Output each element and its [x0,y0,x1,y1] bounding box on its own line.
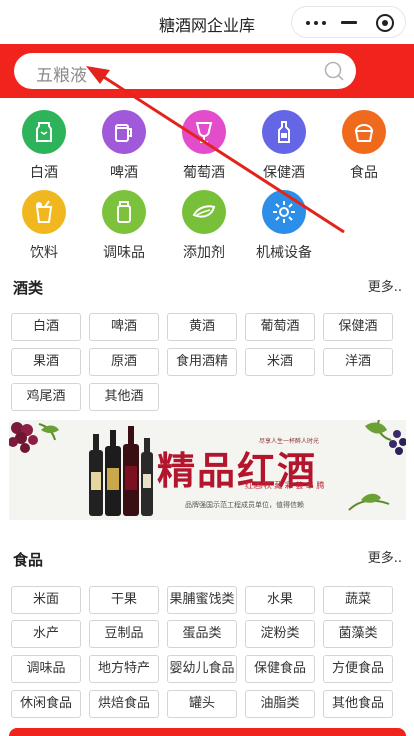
category-label: 调味品 [103,245,145,261]
minimize-icon[interactable] [341,21,357,24]
category-beer[interactable]: 啤酒 [89,110,159,186]
liquor-tag[interactable]: 果酒 [11,348,81,376]
mini-program-capsule [291,6,406,38]
food-tag[interactable]: 干果 [89,586,159,614]
navigation-bar: 糖酒网企业库 [0,0,414,44]
food-section-title: 食品 [13,551,44,569]
leaf-icon [182,190,226,234]
category-label: 添加剂 [183,245,225,261]
close-target-icon[interactable] [376,14,394,32]
liquor-tag[interactable]: 洋酒 [323,348,393,376]
liquor-tag[interactable]: 其他酒 [89,383,159,411]
beer-icon [102,110,146,154]
liquor-tag[interactable]: 米酒 [245,348,315,376]
bread-icon [342,110,386,154]
food-tag[interactable]: 果脯蜜饯类 [167,586,237,614]
food-tag[interactable]: 水产 [11,620,81,648]
more-dots-icon[interactable] [306,21,326,25]
food-tag[interactable]: 菌藻类 [323,620,393,648]
category-baijiu[interactable]: 白酒 [9,110,79,186]
banner-subtitle: 红酒/秩 藏 彩 荟 串 腾 [245,481,325,490]
liquor-section-title: 酒类 [13,279,44,297]
category-food[interactable]: 食品 [329,110,399,186]
category-label: 饮料 [30,245,58,261]
category-label: 食品 [350,165,378,181]
search-icon[interactable] [324,61,344,81]
food-tag[interactable]: 烘焙食品 [89,690,159,718]
baijiu-icon [22,110,66,154]
grape-cluster-icon [9,422,59,453]
search-input[interactable]: 五粮液 [14,53,356,89]
food-tag[interactable]: 婴幼儿食品 [167,655,237,683]
food-tag[interactable]: 休闲食品 [11,690,81,718]
liquor-tag[interactable]: 白酒 [11,313,81,341]
banner-footer-text: 品牌强国示范工程成员单位，值得信赖 [185,501,304,509]
food-tag[interactable]: 油脂类 [245,690,315,718]
liquor-tag[interactable]: 葡萄酒 [245,313,315,341]
food-tag[interactable]: 豆制品 [89,620,159,648]
food-tag[interactable]: 罐头 [167,690,237,718]
category-label: 白酒 [30,165,58,181]
search-placeholder: 五粮液 [36,66,87,86]
liquor-tag[interactable]: 原酒 [89,348,159,376]
category-additive[interactable]: 添加剂 [169,190,239,266]
wine-bottles-illustration [89,426,153,516]
food-tag[interactable]: 水果 [245,586,315,614]
food-tag[interactable]: 方便食品 [323,655,393,683]
category-label: 保健酒 [263,165,305,181]
liquor-tag[interactable]: 食用酒精 [167,348,237,376]
liquor-tag[interactable]: 鸡尾酒 [11,383,81,411]
category-drink[interactable]: 饮料 [9,190,79,266]
food-tag[interactable]: 保健食品 [245,655,315,683]
category-health-wine[interactable]: 保健酒 [249,110,319,186]
next-banner-edge [9,728,406,736]
liquor-more-link[interactable]: 更多.. [368,276,402,295]
food-tag[interactable]: 米面 [11,586,81,614]
food-tag[interactable]: 调味品 [11,655,81,683]
liquor-tag[interactable]: 黄酒 [167,313,237,341]
gear-icon [262,190,306,234]
liquor-tag[interactable]: 保健酒 [323,313,393,341]
food-tag[interactable]: 地方特产 [89,655,159,683]
drink-icon [22,190,66,234]
grape-vine-icon [348,420,406,511]
category-wine[interactable]: 葡萄酒 [169,110,239,186]
category-label: 机械设备 [256,245,312,261]
liquor-tag[interactable]: 啤酒 [89,313,159,341]
wine-glass-icon [182,110,226,154]
food-tag[interactable]: 蔬菜 [323,586,393,614]
bottle-icon [262,110,306,154]
category-condiment[interactable]: 调味品 [89,190,159,266]
food-tag[interactable]: 蛋品类 [167,620,237,648]
condiment-icon [102,190,146,234]
food-more-link[interactable]: 更多.. [368,547,402,566]
wine-banner[interactable]: 尽享人生一杯醉人时光 精品红酒 红酒/秩 藏 彩 荟 串 腾 品牌强国示范工程成… [9,420,406,520]
food-tag[interactable]: 淀粉类 [245,620,315,648]
search-bar-container: 五粮液 [0,44,414,98]
category-machinery[interactable]: 机械设备 [249,190,319,266]
category-label: 葡萄酒 [183,165,225,181]
category-label: 啤酒 [110,165,138,181]
food-tag[interactable]: 其他食品 [323,690,393,718]
